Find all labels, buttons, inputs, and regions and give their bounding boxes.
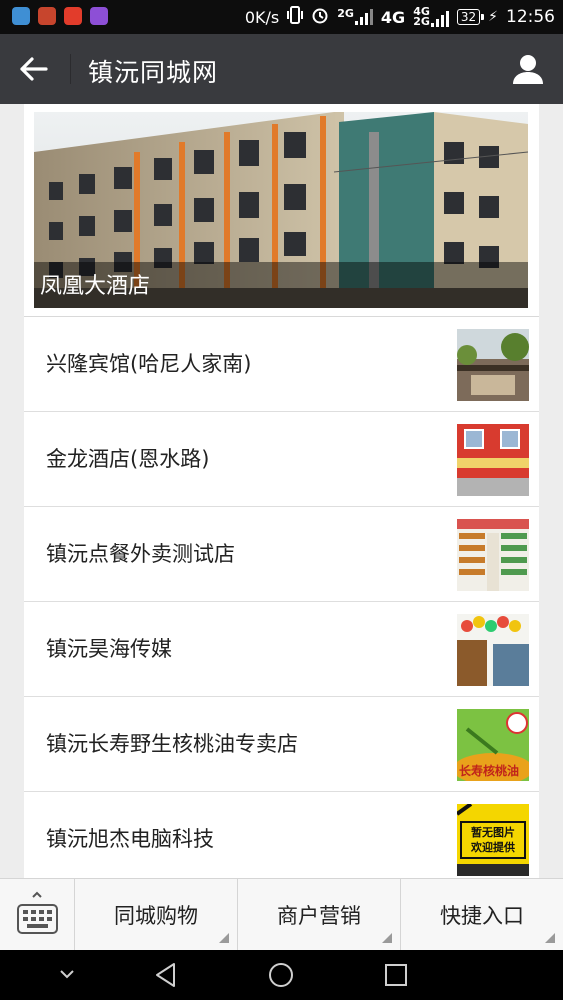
recent-apps-icon[interactable]: [383, 962, 409, 988]
business-name: 镇沅点餐外卖测试店: [46, 542, 235, 566]
business-thumbnail: [457, 424, 529, 496]
list-item[interactable]: 金龙酒店(恩水路): [24, 412, 539, 507]
notification-icons: [12, 7, 108, 25]
network-speed: 0K/s: [244, 7, 280, 27]
arrow-left-icon: [20, 57, 48, 81]
list-item[interactable]: 兴隆宾馆(哈尼人家南): [24, 317, 539, 412]
home-circle-icon[interactable]: [267, 961, 295, 989]
gallery-app-icon: [90, 7, 108, 25]
oil-banner-text: 长寿核桃油: [459, 763, 519, 778]
submenu-indicator-icon: [382, 933, 392, 943]
qq-browser-icon: [12, 7, 30, 25]
submenu-indicator-icon: [219, 933, 229, 943]
menu-marketing[interactable]: 商户营销: [238, 879, 401, 951]
network-type: 4G: [380, 7, 406, 27]
business-thumbnail: [457, 329, 529, 401]
nav-divider: [70, 54, 71, 84]
business-name: 镇沅昊海传媒: [46, 637, 172, 661]
list-item[interactable]: 镇沅昊海传媒: [24, 602, 539, 697]
business-thumbnail: [457, 519, 529, 591]
hotel-photo: 凤凰大酒店: [34, 112, 528, 308]
signal-2g-icon: 2G: [337, 8, 373, 25]
business-thumbnail: [457, 614, 529, 686]
list-item[interactable]: 镇沅长寿野生核桃油专卖店 长寿核桃油: [24, 697, 539, 792]
clock: 12:56: [506, 7, 555, 27]
keyboard-toggle-button[interactable]: [0, 879, 75, 951]
weibo-icon: [64, 7, 82, 25]
placeholder-line-1: 暂无图片: [471, 825, 515, 839]
business-name: 兴隆宾馆(哈尼人家南): [46, 352, 252, 376]
battery-icon: 32: [456, 9, 485, 25]
back-button[interactable]: [16, 52, 52, 86]
nav-bar: 镇沅同城网: [0, 34, 563, 104]
menu-quick-entry-label: 快捷入口: [440, 904, 524, 928]
business-thumbnail: 长寿核桃油: [457, 709, 529, 781]
business-list: 兴隆宾馆(哈尼人家南) 金龙酒店(恩水路) 镇沅点餐外卖测试店 镇沅昊海传媒 镇…: [24, 316, 539, 878]
menu-quick-entry[interactable]: 快捷入口: [401, 879, 563, 951]
charging-icon: ⚡: [488, 9, 498, 25]
signal-4g-icon: 4G 2G: [413, 6, 449, 27]
menu-shopping[interactable]: 同城购物: [75, 879, 238, 951]
menu-marketing-label: 商户营销: [277, 904, 361, 928]
menu-shopping-label: 同城购物: [114, 904, 198, 928]
game-app-icon: [38, 7, 56, 25]
system-nav-bar: [0, 950, 563, 1000]
profile-button[interactable]: [511, 52, 545, 86]
featured-business[interactable]: 凤凰大酒店: [24, 104, 539, 316]
keyboard-icon: [17, 891, 58, 934]
list-item[interactable]: 镇沅旭杰电脑科技 暂无图片 欢迎提供: [24, 792, 539, 878]
chevron-down-icon[interactable]: [55, 962, 79, 986]
person-icon: [513, 55, 543, 84]
business-name: 镇沅长寿野生核桃油专卖店: [46, 732, 298, 756]
submenu-indicator-icon: [545, 933, 555, 943]
no-image-placeholder: 暂无图片 欢迎提供: [457, 804, 529, 876]
status-bar: 0K/s 2G 4G 4G 2G 32 ⚡ 12:56: [0, 0, 563, 34]
bottom-menu: 同城购物 商户营销 快捷入口: [0, 878, 563, 951]
list-item[interactable]: 镇沅点餐外卖测试店: [24, 507, 539, 602]
vibrate-icon: [287, 5, 304, 29]
business-name: 镇沅旭杰电脑科技: [46, 827, 214, 851]
page-title: 镇沅同城网: [88, 58, 219, 87]
business-name: 金龙酒店(恩水路): [46, 447, 210, 471]
back-triangle-icon[interactable]: [152, 961, 180, 989]
featured-business-name: 凤凰大酒店: [40, 274, 151, 299]
placeholder-line-2: 欢迎提供: [470, 840, 515, 854]
alarm-icon: [311, 6, 329, 29]
business-list-page: 凤凰大酒店 兴隆宾馆(哈尼人家南) 金龙酒店(恩水路) 镇沅点餐外卖测试店 镇沅…: [24, 104, 539, 878]
